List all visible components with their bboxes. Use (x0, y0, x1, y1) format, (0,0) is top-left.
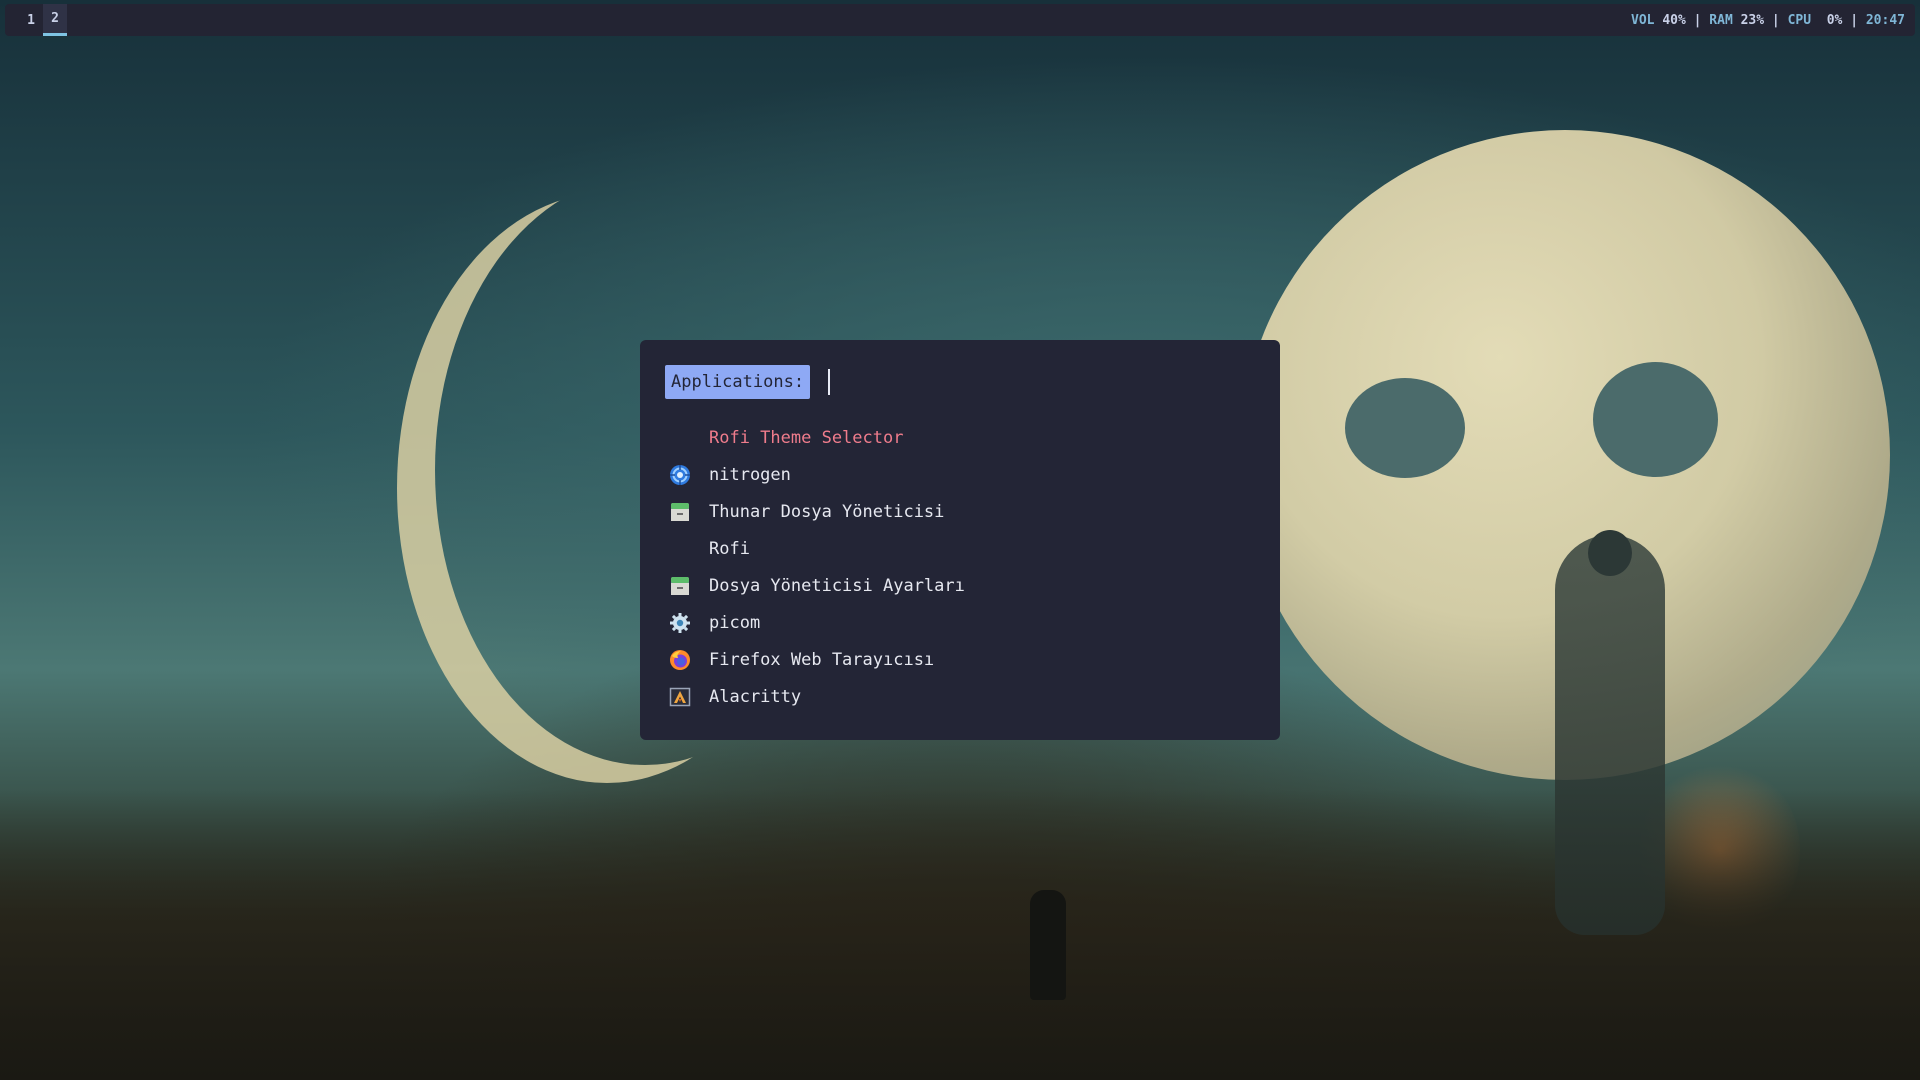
wallpaper-moon-eye (1345, 378, 1465, 478)
rofi-item-nitrogen[interactable]: nitrogen (665, 456, 1255, 493)
rofi-item-label: Alacritty (709, 686, 802, 707)
rofi-item-file-manager-settings[interactable]: Dosya Yöneticisi Ayarları (665, 567, 1255, 604)
file-manager-icon (669, 501, 691, 523)
rofi-item-picom[interactable]: picom (665, 604, 1255, 641)
ram-value: 23% (1740, 12, 1765, 28)
cpu-value: 0% (1826, 12, 1843, 28)
desktop: 1 2 VOL 40% | RAM 23% | CPU 0% | 20:47 A… (0, 0, 1920, 1080)
rofi-item-label: Thunar Dosya Yöneticisi (709, 501, 945, 522)
volume-value[interactable]: 40% (1662, 13, 1685, 28)
rofi-item-rofi[interactable]: Rofi (665, 530, 1255, 567)
clock[interactable]: 20:47 (1866, 13, 1905, 28)
workspace-switcher: 1 2 (5, 4, 67, 36)
rofi-item-label: Rofi Theme Selector (709, 427, 904, 448)
status-separator: | (1693, 12, 1702, 28)
rofi-item-label: Dosya Yöneticisi Ayarları (709, 575, 965, 596)
ram-label: RAM (1709, 12, 1733, 28)
rofi-search-input[interactable] (828, 369, 1135, 395)
system-status: VOL 40% | RAM 23% | CPU 0% | 20:47 (1631, 13, 1915, 28)
rofi-launcher: Applications: Rofi Theme Selector nitrog… (640, 340, 1280, 740)
wallpaper-figure-head (1588, 530, 1632, 576)
workspace-2[interactable]: 2 (43, 4, 67, 36)
rofi-item-firefox[interactable]: Firefox Web Tarayıcısı (665, 641, 1255, 678)
alacritty-icon (669, 686, 691, 708)
top-bar: 1 2 VOL 40% | RAM 23% | CPU 0% | 20:47 (5, 4, 1915, 36)
rofi-item-label: Firefox Web Tarayıcısı (709, 649, 935, 670)
rofi-prompt: Applications: (665, 365, 811, 399)
rofi-item-alacritty[interactable]: Alacritty (665, 678, 1255, 715)
firefox-icon (669, 649, 691, 671)
blank-icon (669, 538, 691, 560)
rofi-input-row: Applications: (665, 365, 1255, 399)
wallpaper-cloaked-figure (1555, 535, 1665, 935)
rofi-item-thunar[interactable]: Thunar Dosya Yöneticisi (665, 493, 1255, 530)
gear-icon (669, 612, 691, 634)
workspace-1[interactable]: 1 (19, 4, 43, 36)
wallpaper-small-figure (1030, 890, 1066, 1000)
rofi-app-list: Rofi Theme Selector nitrogen Thunar Dosy… (665, 419, 1255, 715)
rofi-item-rofi-theme-selector[interactable]: Rofi Theme Selector (665, 419, 1255, 456)
file-manager-settings-icon (669, 575, 691, 597)
wallpaper-moon-eye (1593, 362, 1718, 477)
status-separator: | (1771, 12, 1780, 28)
volume-label[interactable]: VOL (1631, 13, 1654, 28)
status-separator: | (1850, 12, 1859, 28)
rofi-item-label: nitrogen (709, 464, 791, 485)
rofi-item-label: Rofi (709, 538, 750, 559)
cpu-label: CPU (1787, 12, 1812, 28)
blank-icon (669, 427, 691, 449)
rofi-item-label: picom (709, 612, 761, 633)
nitrogen-icon (669, 464, 691, 486)
